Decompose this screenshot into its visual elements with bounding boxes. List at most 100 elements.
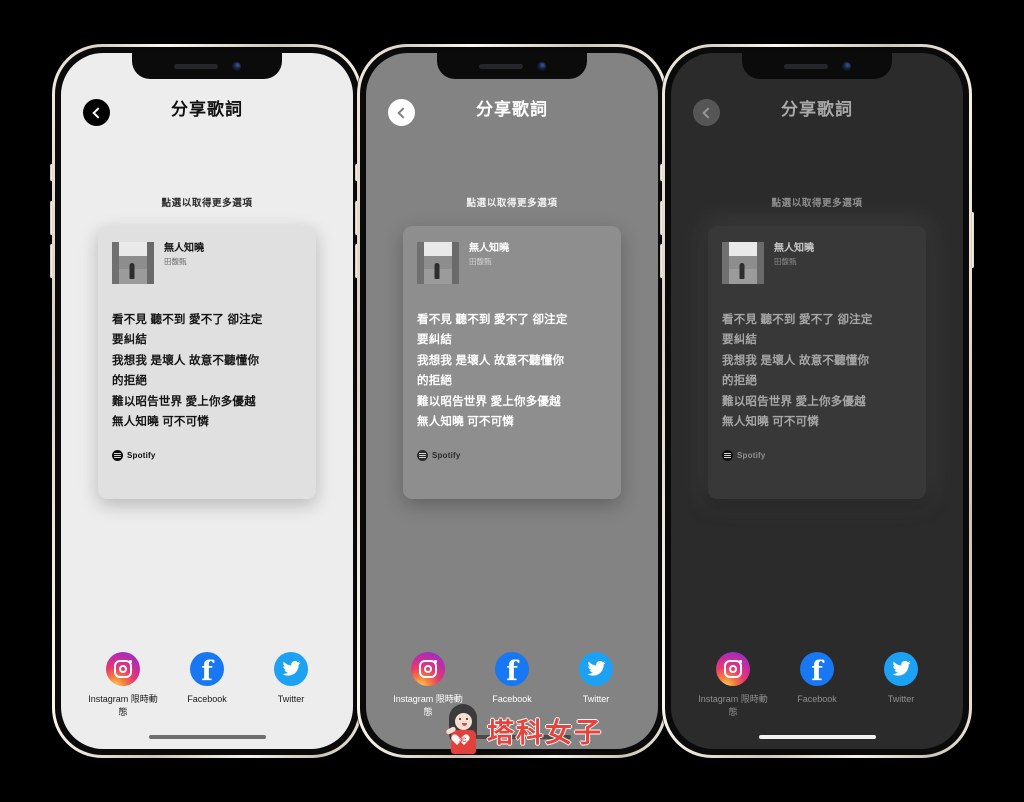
lyric-line: 難以昭告世界 愛上你多優越 — [112, 395, 256, 408]
notch — [132, 53, 282, 79]
volume-up-button[interactable] — [355, 201, 358, 235]
home-indicator-wrapper — [61, 725, 353, 749]
page-title: 分享歌詞 — [781, 100, 853, 119]
lyric-card-wrapper: 無人知曉 田馥甄 看不見 聽不到 愛不了 卻注定 要糾結 我想我 是壞人 故意不… — [671, 209, 963, 652]
mascot-icon: 3C — [443, 704, 483, 756]
phone-screen-dark: 分享歌詞 點選以取得更多選項 無人知曉 田馥甄 看不見 聽不到 愛不了 卻注定 … — [671, 53, 963, 749]
lyric-line: 無人知曉 可不可憐 — [722, 416, 819, 429]
song-title: 無人知曉 — [774, 243, 814, 254]
lyric-line: 的拒絕 — [417, 375, 453, 388]
lyric-line: 要糾結 — [417, 334, 453, 347]
home-indicator-wrapper — [671, 725, 963, 749]
lyric-line: 我想我 是壞人 故意不聽懂你 — [112, 354, 260, 367]
share-target-twitter[interactable]: Twitter — [863, 651, 939, 719]
share-label: Twitter — [277, 693, 305, 704]
lyric-line: 看不見 聽不到 愛不了 卻注定 — [112, 314, 263, 326]
facebook-icon: f — [190, 651, 224, 686]
share-target-facebook[interactable]: f Facebook — [169, 651, 245, 719]
mute-switch[interactable] — [660, 164, 663, 181]
volume-down-button[interactable] — [50, 244, 53, 278]
earpiece-speaker-icon — [173, 63, 218, 69]
album-art — [112, 242, 154, 284]
home-indicator[interactable] — [758, 735, 876, 739]
watermark: 3C 塔科女子 — [443, 704, 603, 756]
notch — [437, 53, 587, 79]
share-targets-row: Instagram 限時動態 f Facebook Twitter — [671, 651, 963, 719]
front-camera-icon — [231, 61, 241, 71]
instagram-icon — [411, 651, 445, 686]
mute-switch[interactable] — [50, 164, 53, 181]
phone-mockup-gray: 分享歌詞 點選以取得更多選項 無人知曉 田馥甄 看不見 聽不到 愛不了 卻注定 … — [355, 44, 669, 758]
volume-up-button[interactable] — [660, 201, 663, 235]
phone-screen-light: 分享歌詞 點選以取得更多選項 無人知曉 田馥甄 看不見 聽不到 愛不了 卻注定 … — [61, 53, 353, 749]
share-label: Facebook — [187, 693, 227, 704]
facebook-icon: f — [800, 651, 834, 686]
spotify-branding: Spotify — [112, 449, 302, 461]
lyric-line: 難以昭告世界 愛上你多優越 — [417, 395, 561, 408]
share-label: Instagram 限時動態 — [698, 693, 768, 717]
lyrics-block: 看不見 聽不到 愛不了 卻注定 要糾結 我想我 是壞人 故意不聽懂你 的拒絕 難… — [722, 310, 912, 433]
lyric-card-wrapper: 無人知曉 田馥甄 看不見 聽不到 愛不了 卻注定 要糾結 我想我 是壞人 故意不… — [366, 209, 658, 652]
twitter-icon — [274, 651, 308, 686]
lyric-card[interactable]: 無人知曉 田馥甄 看不見 聽不到 愛不了 卻注定 要糾結 我想我 是壞人 故意不… — [403, 226, 621, 499]
phone-mockup-light: 分享歌詞 點選以取得更多選項 無人知曉 田馥甄 看不見 聽不到 愛不了 卻注定 … — [50, 44, 364, 758]
song-title: 無人知曉 — [469, 243, 509, 254]
screenshot-stage: 分享歌詞 點選以取得更多選項 無人知曉 田馥甄 看不見 聽不到 愛不了 卻注定 … — [0, 0, 1024, 802]
twitter-icon — [884, 651, 918, 686]
tap-hint-text: 點選以取得更多選項 — [771, 198, 863, 209]
power-button[interactable] — [971, 212, 974, 268]
volume-down-button[interactable] — [660, 244, 663, 278]
earpiece-speaker-icon — [478, 63, 523, 69]
share-label: Instagram 限時動態 — [88, 693, 158, 717]
facebook-icon: f — [495, 651, 529, 686]
front-camera-icon — [841, 61, 851, 71]
share-target-facebook[interactable]: f Facebook — [779, 651, 855, 719]
front-camera-icon — [536, 61, 546, 71]
lyric-line: 的拒絕 — [112, 375, 148, 388]
song-artist: 田馥甄 — [469, 257, 492, 266]
lyric-line: 無人知曉 可不可憐 — [112, 416, 209, 429]
page-title: 分享歌詞 — [171, 100, 243, 119]
spotify-branding: Spotify — [722, 449, 912, 461]
song-title: 無人知曉 — [164, 243, 204, 254]
share-target-twitter[interactable]: Twitter — [253, 651, 329, 719]
lyric-line: 的拒絕 — [722, 375, 758, 388]
page-title: 分享歌詞 — [476, 100, 548, 119]
share-target-instagram[interactable]: Instagram 限時動態 — [85, 651, 161, 719]
home-indicator[interactable] — [148, 735, 266, 739]
share-label: Twitter — [887, 693, 915, 704]
lyric-line: 我想我 是壞人 故意不聽懂你 — [417, 354, 565, 367]
song-header: 無人知曉 田馥甄 — [112, 242, 302, 284]
volume-down-button[interactable] — [355, 244, 358, 278]
share-targets-row: Instagram 限時動態 f Facebook Twitter — [61, 651, 353, 719]
spotify-branding: Spotify — [417, 449, 607, 461]
lyric-line: 我想我 是壞人 故意不聽懂你 — [722, 354, 870, 367]
song-artist: 田馥甄 — [164, 257, 187, 266]
lyric-line: 要糾結 — [722, 334, 758, 347]
lyric-line: 無人知曉 可不可憐 — [417, 416, 514, 429]
volume-up-button[interactable] — [50, 201, 53, 235]
tap-hint-text: 點選以取得更多選項 — [466, 198, 558, 209]
tap-hint-text: 點選以取得更多選項 — [161, 198, 253, 209]
share-target-instagram[interactable]: Instagram 限時動態 — [695, 651, 771, 719]
song-artist: 田馥甄 — [774, 257, 797, 266]
share-label: Facebook — [797, 693, 837, 704]
notch — [742, 53, 892, 79]
phone-mockup-dark: 分享歌詞 點選以取得更多選項 無人知曉 田馥甄 看不見 聽不到 愛不了 卻注定 … — [660, 44, 974, 758]
album-art — [417, 242, 459, 284]
album-art — [722, 242, 764, 284]
instagram-icon — [716, 651, 750, 686]
spotify-wordmark: Spotify — [127, 450, 156, 460]
lyric-card[interactable]: 無人知曉 田馥甄 看不見 聽不到 愛不了 卻注定 要糾結 我想我 是壞人 故意不… — [708, 226, 926, 499]
instagram-icon — [106, 651, 140, 686]
song-header: 無人知曉 田馥甄 — [722, 242, 912, 284]
lyric-line: 看不見 聽不到 愛不了 卻注定 — [417, 314, 568, 326]
mute-switch[interactable] — [355, 164, 358, 181]
spotify-icon — [722, 449, 733, 461]
lyric-card-wrapper: 無人知曉 田馥甄 看不見 聽不到 愛不了 卻注定 要糾結 我想我 是壞人 故意不… — [61, 209, 353, 652]
lyric-card[interactable]: 無人知曉 田馥甄 看不見 聽不到 愛不了 卻注定 要糾結 我想我 是壞人 故意不… — [98, 226, 316, 499]
lyric-line: 難以昭告世界 愛上你多優越 — [722, 395, 866, 408]
earpiece-speaker-icon — [783, 63, 828, 69]
mascot-badge-text: 3C — [459, 738, 467, 744]
spotify-icon — [417, 449, 428, 461]
